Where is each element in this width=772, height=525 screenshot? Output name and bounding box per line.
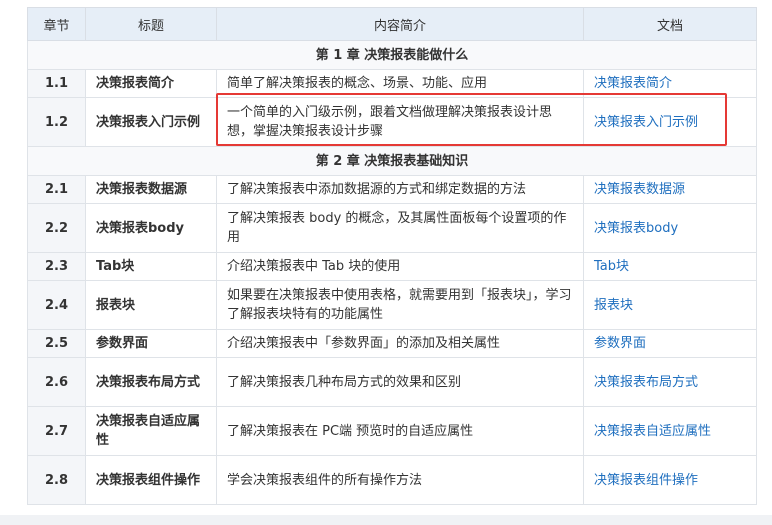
doc-link[interactable]: 决策报表自适应属性 [594,424,711,439]
section-number: 2.5 [27,329,86,358]
section-number: 1.1 [27,69,86,98]
doc-link-cell: 决策报表自适应属性 [583,406,757,456]
doc-link[interactable]: 决策报表body [594,221,678,236]
section-number: 2.4 [27,280,86,330]
doc-link-cell: 决策报表入门示例 [583,97,757,147]
doc-link[interactable]: 决策报表入门示例 [594,115,698,130]
header-document: 文档 [583,7,757,41]
doc-link[interactable]: 参数界面 [594,336,646,351]
table-row: 2.4 报表块 如果要在决策报表中使用表格，就需要用到「报表块」，学习了解报表块… [27,280,757,330]
section-number: 2.7 [27,406,86,456]
section-summary: 了解决策报表在 PC端 预览时的自适应属性 [216,406,584,456]
section-summary: 介绍决策报表中「参数界面」的添加及相关属性 [216,329,584,358]
table-row: 2.5 参数界面 介绍决策报表中「参数界面」的添加及相关属性 参数界面 [27,329,757,358]
section-number: 2.1 [27,175,86,204]
doc-table-container: 章节 标题 内容简介 文档 第 1 章 决策报表能做什么 1.1 决策报表简介 … [27,7,757,505]
section-number: 2.8 [27,455,86,505]
table-row: 2.1 决策报表数据源 了解决策报表中添加数据源的方式和绑定数据的方法 决策报表… [27,175,757,204]
section-title: 决策报表布局方式 [85,357,217,407]
section-title: 决策报表自适应属性 [85,406,217,456]
doc-link-cell: 报表块 [583,280,757,330]
table-row: 2.2 决策报表body 了解决策报表 body 的概念，及其属性面板每个设置项… [27,203,757,253]
table-row: 2.7 决策报表自适应属性 了解决策报表在 PC端 预览时的自适应属性 决策报表… [27,406,757,456]
section-summary: 了解决策报表中添加数据源的方式和绑定数据的方法 [216,175,584,204]
doc-link-cell: 决策报表数据源 [583,175,757,204]
section-title: 决策报表组件操作 [85,455,217,505]
section-title: 决策报表数据源 [85,175,217,204]
section-title: 决策报表body [85,203,217,253]
section-summary: 了解决策报表 body 的概念，及其属性面板每个设置项的作用 [216,203,584,253]
doc-link-cell: 参数界面 [583,329,757,358]
section-summary: 了解决策报表几种布局方式的效果和区别 [216,357,584,407]
doc-link[interactable]: 决策报表简介 [594,76,672,91]
section-title: Tab块 [85,252,217,281]
section-number: 2.3 [27,252,86,281]
table-header-row: 章节 标题 内容简介 文档 [27,7,757,41]
section-title: 报表块 [85,280,217,330]
section-number: 2.2 [27,203,86,253]
section-summary: 一个简单的入门级示例，跟着文档做理解决策报表设计思想，掌握决策报表设计步骤 [216,97,584,147]
section-title: 参数界面 [85,329,217,358]
doc-link[interactable]: Tab块 [594,259,629,274]
section-summary: 简单了解决策报表的概念、场景、功能、应用 [216,69,584,98]
header-title: 标题 [85,7,217,41]
section-number: 2.6 [27,357,86,407]
horizontal-scrollbar[interactable] [0,515,772,525]
table-row: 2.8 决策报表组件操作 学会决策报表组件的所有操作方法 决策报表组件操作 [27,455,757,505]
header-summary: 内容简介 [216,7,584,41]
section-title: 决策报表入门示例 [85,97,217,147]
doc-link-cell: 决策报表body [583,203,757,253]
chapter-heading-row: 第 2 章 决策报表基础知识 [27,146,757,176]
section-summary: 如果要在决策报表中使用表格，就需要用到「报表块」，学习了解报表块特有的功能属性 [216,280,584,330]
doc-link-cell: 决策报表组件操作 [583,455,757,505]
doc-link[interactable]: 决策报表布局方式 [594,375,698,390]
doc-link-cell: Tab块 [583,252,757,281]
section-summary: 介绍决策报表中 Tab 块的使用 [216,252,584,281]
chapter-heading: 第 2 章 决策报表基础知识 [27,146,757,176]
section-summary: 学会决策报表组件的所有操作方法 [216,455,584,505]
doc-link[interactable]: 报表块 [594,298,633,313]
doc-link-cell: 决策报表布局方式 [583,357,757,407]
table-row: 1.2 决策报表入门示例 一个简单的入门级示例，跟着文档做理解决策报表设计思想，… [27,97,757,147]
table-row: 2.3 Tab块 介绍决策报表中 Tab 块的使用 Tab块 [27,252,757,281]
section-number: 1.2 [27,97,86,147]
table-row: 2.6 决策报表布局方式 了解决策报表几种布局方式的效果和区别 决策报表布局方式 [27,357,757,407]
header-chapter: 章节 [27,7,86,41]
chapter-heading-row: 第 1 章 决策报表能做什么 [27,40,757,70]
doc-link[interactable]: 决策报表组件操作 [594,473,698,488]
chapter-table: 章节 标题 内容简介 文档 第 1 章 决策报表能做什么 1.1 决策报表简介 … [27,7,757,505]
doc-link[interactable]: 决策报表数据源 [594,182,685,197]
section-title: 决策报表简介 [85,69,217,98]
doc-link-cell: 决策报表简介 [583,69,757,98]
table-row: 1.1 决策报表简介 简单了解决策报表的概念、场景、功能、应用 决策报表简介 [27,69,757,98]
chapter-heading: 第 1 章 决策报表能做什么 [27,40,757,70]
